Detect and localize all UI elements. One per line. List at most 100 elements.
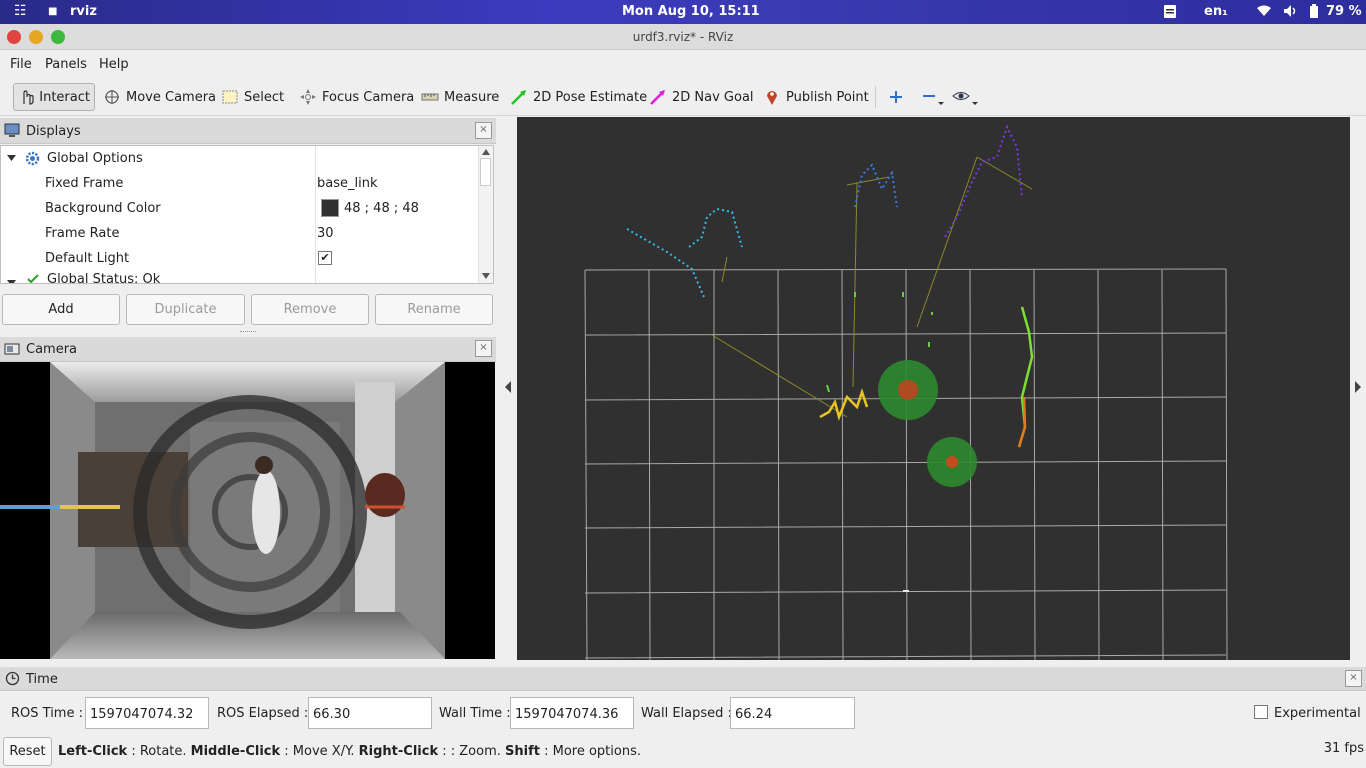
measure-label: Measure <box>444 89 500 105</box>
interact-tool-button[interactable]: Interact <box>13 83 95 111</box>
hint-move: : Move X/Y. <box>284 744 359 759</box>
scroll-thumb[interactable] <box>480 158 491 186</box>
toolbar-separator <box>875 86 876 108</box>
app-grid-icon[interactable]: ☷ <box>14 3 27 19</box>
wifi-icon[interactable] <box>1257 5 1271 21</box>
panel-splitter[interactable] <box>240 331 256 333</box>
pose-estimate-tool-button[interactable]: 2D Pose Estimate <box>506 83 651 111</box>
hint-zoom: : : Zoom. <box>442 744 506 759</box>
publish-point-tool-button[interactable]: Publish Point <box>759 83 873 111</box>
frame-rate-label: Frame Rate <box>45 226 120 241</box>
tree-row-frame-rate[interactable]: Frame Rate 30 <box>1 221 481 246</box>
focus-crosshair-icon <box>300 89 316 105</box>
global-options-label: Global Options <box>47 151 143 166</box>
remove-display-button[interactable]: Remove <box>251 294 369 325</box>
3d-render-view[interactable] <box>517 117 1350 660</box>
time-panel-header: Time × <box>0 667 1366 691</box>
battery-icon[interactable] <box>1309 4 1319 23</box>
checkmark-icon <box>27 274 39 283</box>
3d-scene <box>584 124 1228 660</box>
tree-row-global-options[interactable]: Global Options <box>1 146 481 171</box>
hint-left-click: Left-Click <box>58 744 128 759</box>
time-close-button[interactable]: × <box>1345 670 1362 687</box>
gear-icon <box>25 151 40 166</box>
hand-pointer-icon <box>23 90 34 105</box>
tool-properties-button[interactable] <box>948 83 989 111</box>
camera-close-button[interactable]: × <box>475 340 492 357</box>
tree-row-global-status[interactable]: Global Status: Ok <box>1 271 481 284</box>
default-light-checkbox[interactable]: ✔ <box>318 251 332 265</box>
system-clock[interactable]: Mon Aug 10, 15:11 <box>622 4 760 19</box>
keyboard-layout[interactable]: en₁ <box>1204 4 1228 19</box>
expand-arrow-icon[interactable] <box>7 280 16 284</box>
wall-elapsed-label: Wall Elapsed : <box>641 706 732 721</box>
rename-display-button[interactable]: Rename <box>375 294 493 325</box>
tree-row-fixed-frame[interactable]: Fixed Frame base_link <box>1 171 481 196</box>
camera-image-view[interactable] <box>0 362 495 659</box>
ros-elapsed-field[interactable]: 66.30 <box>308 697 432 729</box>
menu-help[interactable]: Help <box>99 57 129 72</box>
hint-right-click: Right-Click <box>358 744 439 759</box>
clock-icon <box>5 671 20 686</box>
reset-button[interactable]: Reset <box>3 737 52 766</box>
system-top-bar: ☷ ■ rviz Mon Aug 10, 15:11 en₁ 79 % <box>0 0 1366 24</box>
displays-scrollbar[interactable] <box>478 146 493 283</box>
eye-icon <box>952 92 978 105</box>
menu-file[interactable]: File <box>10 57 32 72</box>
displays-panel-header: Displays × <box>0 118 496 144</box>
fps-counter: 31 fps <box>1323 741 1364 756</box>
system-app-name[interactable]: rviz <box>70 4 97 19</box>
clipboard-icon[interactable] <box>1162 3 1178 23</box>
ground-grid <box>584 268 1228 660</box>
camera-panel-icon <box>4 343 20 355</box>
hint-more: : More options. <box>544 744 641 759</box>
background-color-value[interactable]: 48 ; 48 ; 48 <box>344 201 419 216</box>
wall-time-field[interactable]: 1597047074.36 <box>510 697 634 729</box>
rviz-app-icon: ■ <box>48 6 58 17</box>
fixed-frame-value[interactable]: base_link <box>317 176 377 191</box>
tree-row-background-color[interactable]: Background Color 48 ; 48 ; 48 <box>1 196 481 221</box>
nav-goal-tool-button[interactable]: 2D Nav Goal <box>645 83 758 111</box>
add-tool-button[interactable] <box>884 83 913 111</box>
background-color-label: Background Color <box>45 201 161 216</box>
interact-label: Interact <box>39 89 90 105</box>
move-camera-tool-button[interactable]: Move Camera <box>99 83 220 111</box>
menu-panels[interactable]: Panels <box>45 57 87 72</box>
experimental-checkbox[interactable] <box>1254 705 1268 719</box>
scroll-up-icon[interactable] <box>482 149 490 155</box>
monitor-icon <box>4 123 20 137</box>
displays-tree: Global Options Fixed Frame base_link Bac… <box>0 145 494 284</box>
wall-elapsed-field[interactable]: 66.24 <box>730 697 855 729</box>
nav-goal-label: 2D Nav Goal <box>672 89 754 105</box>
focus-camera-tool-button[interactable]: Focus Camera <box>295 83 418 111</box>
experimental-label[interactable]: Experimental <box>1274 706 1361 721</box>
displays-title: Displays <box>26 124 81 139</box>
volume-icon[interactable] <box>1283 4 1297 22</box>
tree-row-default-light[interactable]: Default Light ✔ <box>1 246 481 271</box>
window-title-bar: urdf3.rviz* - RViz <box>0 24 1366 50</box>
camera-move-icon <box>105 90 119 104</box>
publish-point-label: Publish Point <box>786 89 869 105</box>
expand-arrow-icon[interactable] <box>7 155 16 162</box>
frame-rate-value[interactable]: 30 <box>317 226 334 241</box>
ros-time-field[interactable]: 1597047074.32 <box>85 697 209 729</box>
add-display-button[interactable]: Add <box>2 294 120 325</box>
duplicate-display-button[interactable]: Duplicate <box>126 294 245 325</box>
collapse-right-icon[interactable] <box>1353 381 1363 393</box>
color-swatch[interactable] <box>321 199 339 217</box>
green-arrow-icon <box>511 90 526 105</box>
ros-elapsed-label: ROS Elapsed : <box>217 706 309 721</box>
ros-time-label: ROS Time : <box>11 706 83 721</box>
hint-rotate: : Rotate. <box>131 744 191 759</box>
measure-tool-button[interactable]: Measure <box>417 83 503 111</box>
pose-estimate-label: 2D Pose Estimate <box>533 89 648 105</box>
mouse-hint: Left-Click : Rotate. Middle-Click : Move… <box>58 744 641 759</box>
select-tool-button[interactable]: Select <box>217 83 288 111</box>
laser-trails <box>711 156 1033 418</box>
camera-panel-header: Camera × <box>0 337 496 362</box>
collapse-left-icon[interactable] <box>503 381 513 393</box>
scroll-down-icon[interactable] <box>482 273 490 279</box>
displays-close-button[interactable]: × <box>475 122 492 139</box>
fixed-frame-label: Fixed Frame <box>45 176 124 191</box>
time-title: Time <box>26 672 58 687</box>
